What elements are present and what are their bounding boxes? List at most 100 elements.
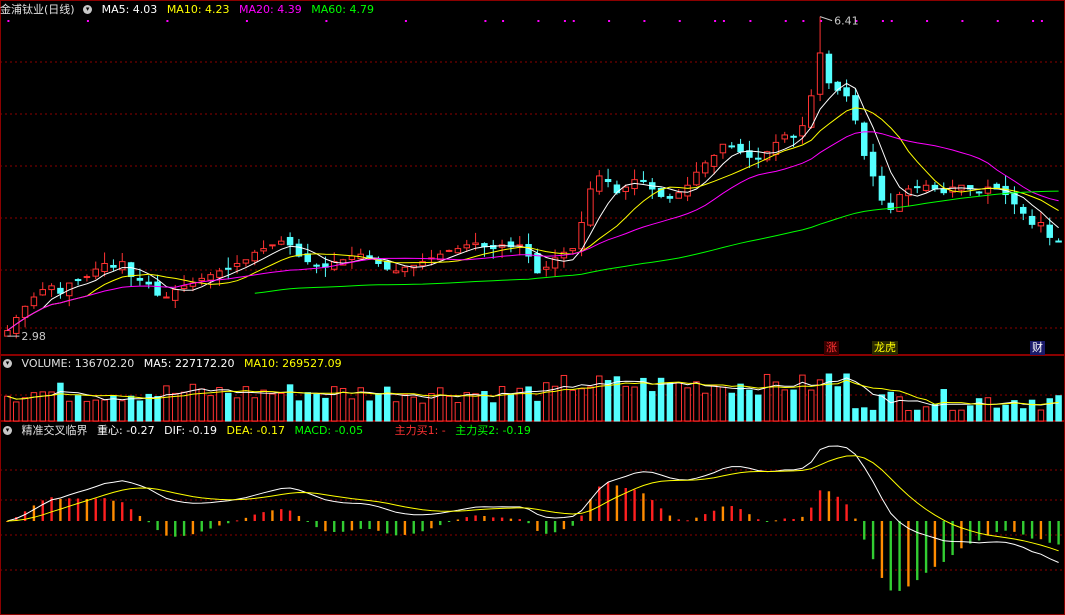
volume-bar <box>92 399 99 422</box>
macd-histogram-bar <box>686 520 689 522</box>
macd-histogram-bar <box>1022 521 1025 535</box>
macd-histogram-bar <box>951 521 954 556</box>
candle-body <box>702 162 709 174</box>
volume-bar <box>922 406 930 422</box>
volume-bar <box>1028 399 1036 422</box>
candle-body <box>295 243 303 257</box>
candle-body <box>348 255 356 260</box>
macd-histogram-bar <box>465 517 468 521</box>
price-panel-border <box>0 0 1065 355</box>
macd-histogram-bar <box>986 521 990 536</box>
volume-bar <box>905 409 912 422</box>
signal-dot <box>572 20 575 22</box>
volume-bar <box>1002 404 1009 422</box>
macd-histogram-bar <box>704 514 707 521</box>
macd-histogram-bar <box>1030 521 1034 539</box>
candle-body <box>260 248 267 252</box>
volume-header: ▾ VOLUME: 136702.20 MA5: 227172.20 MA10:… <box>0 357 348 371</box>
volume-bar <box>366 400 373 422</box>
volume-bar <box>675 382 682 422</box>
candle-body <box>39 289 46 296</box>
macd-histogram-bar <box>907 521 910 587</box>
volume-bar <box>578 388 585 422</box>
macd-histogram-bar <box>536 521 539 531</box>
volume-bar <box>693 381 700 422</box>
signal-dot <box>996 20 999 22</box>
candle-body <box>861 122 868 156</box>
macd-histogram-bar <box>121 502 124 521</box>
signal-dot <box>404 20 407 22</box>
macd-histogram-bar <box>871 521 875 560</box>
macd-histogram-bar <box>527 521 530 524</box>
volume-bar <box>119 400 126 422</box>
volume-bar <box>808 389 815 422</box>
chart-canvas: 6.41 2.98 <box>0 0 1065 615</box>
macd-histogram-bar <box>456 519 460 521</box>
macd-histogram-bar <box>350 521 354 531</box>
stock-title: 金浦钛业(日线) <box>0 3 75 16</box>
candle-body <box>1028 215 1036 225</box>
volume-bar <box>384 386 391 422</box>
volume-bar <box>949 409 956 422</box>
settings-icon[interactable]: ▾ <box>83 4 93 14</box>
macd-histogram-bar <box>924 521 928 573</box>
volume-bar <box>631 386 638 422</box>
signal-dot <box>926 20 929 22</box>
signal-dot <box>802 20 805 22</box>
candle-body <box>401 266 409 273</box>
volume-bar <box>295 400 303 422</box>
macd-histogram-bar <box>32 505 36 521</box>
macd-histogram-bar <box>244 517 248 521</box>
candle-body <box>878 175 886 201</box>
volume-bar <box>260 389 267 422</box>
macd-histogram-bar <box>748 514 751 521</box>
candle-body <box>172 289 179 301</box>
macd-histogram-bar <box>889 521 892 591</box>
macd-histogram-bar <box>810 507 813 521</box>
candle-body <box>198 277 205 282</box>
volume-bar <box>154 396 161 422</box>
settings-icon[interactable]: ▾ <box>3 358 12 368</box>
macd-histogram-bar <box>68 498 71 521</box>
macd-histogram-bar <box>739 509 742 521</box>
candle-body <box>21 305 29 318</box>
volume-bar <box>269 393 276 422</box>
macd-histogram-bar <box>368 521 371 530</box>
macd-histogram-bar <box>94 498 97 521</box>
signal-dot <box>86 20 89 22</box>
macd-histogram-bar <box>412 521 415 534</box>
macd-histogram-bar <box>960 521 963 549</box>
ma60-readout: MA60: 4.79 <box>311 3 374 16</box>
candle-body <box>463 244 470 249</box>
longhu-marker[interactable]: 龙虎 <box>872 341 898 355</box>
zhongxin-readout: 重心: -0.27 <box>97 424 155 437</box>
signal-dot <box>749 20 752 22</box>
macd-histogram-bar <box>59 498 62 521</box>
signal-dot <box>325 20 328 22</box>
macd-histogram-bar <box>182 521 186 536</box>
macd-histogram-bar <box>933 521 937 567</box>
candle-body <box>755 157 762 160</box>
volume-bar <box>649 391 656 422</box>
candle-body <box>269 244 276 247</box>
macd-histogram-bar <box>1013 521 1016 532</box>
settings-icon[interactable]: ▾ <box>3 425 12 435</box>
ma20-line <box>7 131 1059 331</box>
macd-histogram-bar <box>103 498 106 521</box>
volume-bar <box>4 395 11 422</box>
signal-dot <box>784 20 787 22</box>
candle-body <box>392 270 400 274</box>
candle-body <box>914 186 921 189</box>
candle-body <box>684 184 691 197</box>
cai-marker[interactable]: 财 <box>1030 341 1045 355</box>
ma10-readout: MA10: 4.23 <box>166 3 230 16</box>
volume-bar <box>560 374 568 422</box>
volume-bar <box>755 394 762 422</box>
candle-body <box>666 196 674 199</box>
zhang-marker[interactable]: 涨 <box>824 341 839 355</box>
macd-histogram-bar <box>898 521 901 591</box>
volume-bar <box>74 395 82 422</box>
macd-histogram-bar <box>129 509 133 521</box>
volume-bar <box>931 403 939 422</box>
vol-ma5-readout: MA5: 227172.20 <box>143 357 235 370</box>
